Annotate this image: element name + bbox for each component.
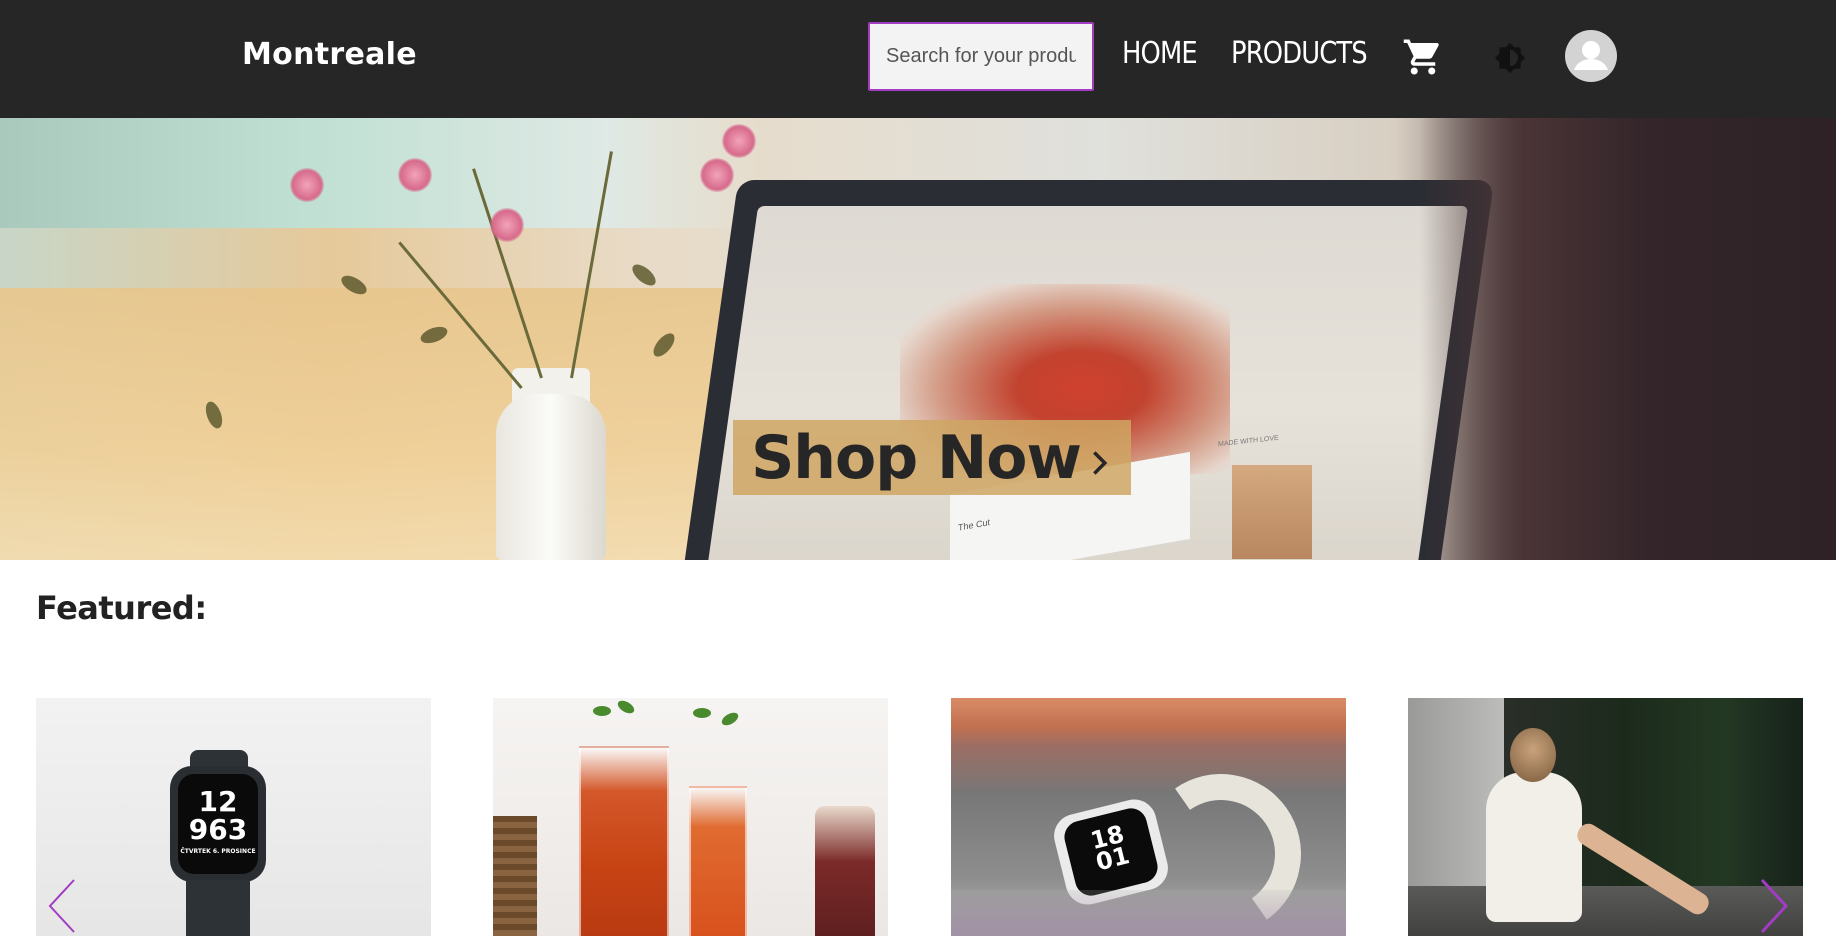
- nav-home-link[interactable]: HOME: [1122, 36, 1198, 71]
- shop-now-label: Shop Now: [751, 422, 1082, 493]
- hero-bg-cloth: [0, 288, 760, 560]
- flower: [722, 124, 756, 158]
- leaf: [628, 260, 660, 290]
- hero-person-hair: [1420, 118, 1836, 560]
- shopping-cart-icon[interactable]: [1402, 36, 1444, 78]
- top-navbar: Montreale HOME PRODUCTS: [0, 0, 1836, 118]
- flower: [490, 208, 524, 242]
- product-card[interactable]: 18 01: [951, 698, 1346, 936]
- watch-minutes: 963: [188, 813, 248, 846]
- drink-glass: [689, 786, 747, 936]
- mint-leaf: [719, 710, 741, 728]
- chevron-right-icon: [1760, 878, 1789, 934]
- watch-band: [186, 880, 250, 936]
- account-circle-icon[interactable]: [1565, 30, 1617, 82]
- drink-glass: [579, 746, 669, 936]
- flower: [290, 168, 324, 202]
- chevron-left-icon: [48, 879, 75, 933]
- carousel-prev-button[interactable]: [44, 876, 84, 936]
- featured-heading: Featured:: [36, 589, 207, 627]
- product-card[interactable]: 12 963 ČTVRTEK 6. PROSINCE: [36, 698, 431, 936]
- flower: [398, 158, 432, 192]
- woman-head: [1510, 728, 1556, 782]
- nav-products-link[interactable]: PRODUCTS: [1231, 36, 1368, 71]
- hero-banner: The Cut MADE WITH LOVE Shop Now: [0, 118, 1836, 560]
- screen-card-text: The Cut: [958, 517, 991, 533]
- flower: [700, 158, 734, 192]
- tea-jar: [815, 806, 875, 936]
- search-input[interactable]: [868, 22, 1094, 91]
- brightness-icon[interactable]: [1494, 42, 1526, 74]
- watch-face: 12 963 ČTVRTEK 6. PROSINCE: [178, 774, 258, 874]
- glass-table-reflection: [951, 890, 1346, 936]
- screen-portrait-image: [1232, 465, 1312, 559]
- woman-dress: [1486, 772, 1582, 922]
- brand-logo[interactable]: Montreale: [242, 37, 417, 72]
- vase-image: [496, 394, 606, 560]
- cork-coaster: [493, 816, 537, 936]
- carousel-next-button[interactable]: [1752, 876, 1792, 936]
- mint-leaf: [615, 698, 637, 716]
- product-card[interactable]: [493, 698, 888, 936]
- shop-now-button[interactable]: Shop Now: [733, 420, 1131, 495]
- chevron-right-icon: [1085, 449, 1113, 477]
- mint-leaf: [693, 708, 711, 718]
- watch-hours: 12: [198, 785, 238, 818]
- stone-ledge: [1408, 886, 1803, 936]
- mint-leaf: [593, 706, 611, 716]
- watch-date: ČTVRTEK 6. PROSINCE: [180, 848, 256, 855]
- hero-bg-teal: [0, 118, 760, 228]
- product-card[interactable]: [1408, 698, 1803, 936]
